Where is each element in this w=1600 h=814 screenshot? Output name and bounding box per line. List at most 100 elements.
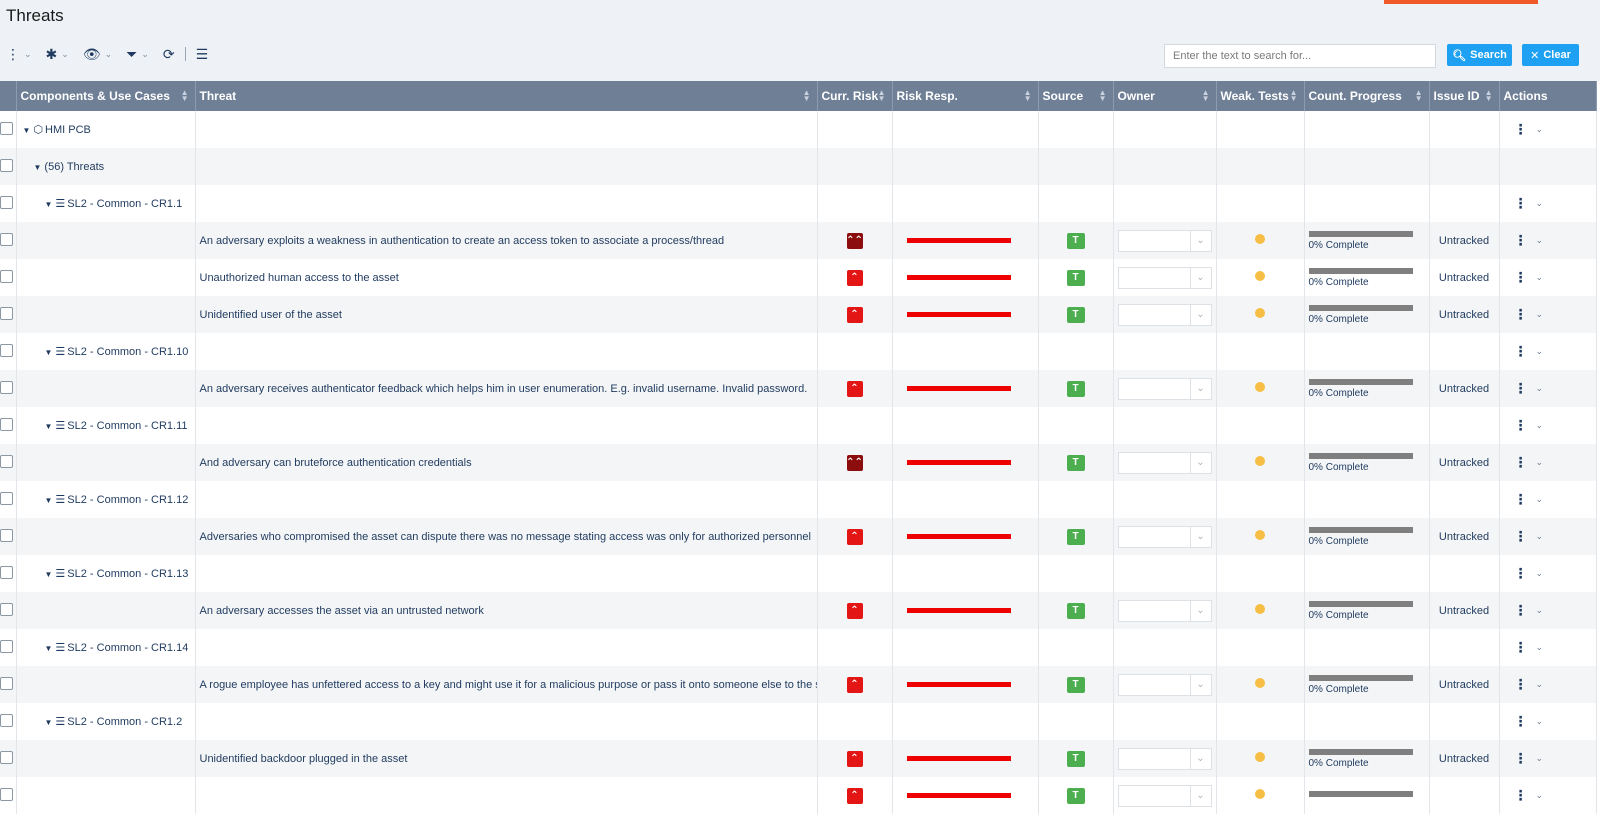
row-checkbox[interactable] [0,121,13,135]
row-checkbox[interactable] [0,343,13,357]
column-header[interactable]: Threat ▲ ▼ [195,81,818,111]
chevron-down-icon[interactable]: ⌄ [1536,235,1544,246]
more-vertical-icon[interactable]: ⋮ [1514,306,1528,323]
chevron-down-icon[interactable]: ⌄ [1536,309,1544,320]
threat-text[interactable]: A rogue employee has unfettered access t… [200,679,817,691]
search-input[interactable] [1164,44,1436,68]
filter-tool[interactable]: ⏷ ⌄ [126,46,149,63]
column-header[interactable]: Actions [1499,81,1597,111]
threat-text[interactable]: Unidentified user of the asset [200,309,342,321]
row-checkbox[interactable] [0,380,13,394]
row-checkbox[interactable] [0,602,13,616]
threat-text[interactable]: Unidentified backdoor plugged in the ass… [200,753,408,765]
column-header[interactable]: Curr. Risk ▲ ▼ [817,81,893,111]
threat-text[interactable]: An adversary receives authenticator feed… [200,383,808,395]
chevron-down-icon[interactable]: ⌄ [1536,457,1544,468]
row-checkbox[interactable] [0,306,13,320]
eye-tool[interactable]: 👁 ⌄ [83,46,112,63]
tree-node-label[interactable]: SL2 - Common - CR1.1 [67,198,182,210]
more-vertical-icon[interactable]: ⋮ [1514,528,1528,545]
owner-select[interactable]: ⌄ [1117,525,1212,548]
row-checkbox[interactable] [0,676,13,690]
owner-select[interactable]: ⌄ [1117,673,1212,696]
row-checkbox[interactable] [0,639,13,653]
chevron-down-icon[interactable]: ⌄ [1536,198,1544,209]
row-checkbox[interactable] [0,232,13,246]
tree-node-label[interactable]: SL2 - Common - CR1.2 [67,716,182,728]
more-vertical-icon[interactable]: ⋮ [1514,713,1528,730]
more-vertical-icon[interactable]: ⋮ [1514,121,1528,138]
chevron-down-icon[interactable]: ⌄ [1536,716,1544,727]
column-header[interactable]: Count. Progress ▲ ▼ [1304,81,1430,111]
search-button[interactable]: 🔍︎ Search [1447,44,1512,66]
more-vertical-icon[interactable]: ⋮ [1514,491,1528,508]
tree-node-label[interactable]: HMI PCB [45,124,91,136]
tree-node-label[interactable]: SL2 - Common - CR1.13 [67,568,188,580]
more-vertical-icon[interactable]: ⋮ [1514,750,1528,767]
row-checkbox[interactable] [0,750,13,764]
threat-text[interactable]: And adversary can bruteforce authenticat… [200,457,472,469]
owner-select[interactable]: ⌄ [1117,599,1212,622]
more-vertical-icon[interactable]: ⋮ [1514,417,1528,434]
owner-select[interactable]: ⌄ [1117,266,1212,289]
expand-toggle-icon[interactable]: ▼ [45,496,53,505]
row-checkbox[interactable] [0,195,13,209]
more-vertical-icon[interactable]: ⋮ [1514,195,1528,212]
column-header[interactable]: Components & Use Cases ▲ ▼ [16,81,196,111]
expand-toggle-icon[interactable]: ▼ [45,570,53,579]
tree-tool[interactable]: ☰ [196,46,209,63]
more-vertical-icon[interactable]: ⋮ [1514,676,1528,693]
row-checkbox[interactable] [0,417,13,431]
more-vertical-icon[interactable]: ⋮ [1514,454,1528,471]
chevron-down-icon[interactable]: ⌄ [1536,753,1544,764]
row-checkbox[interactable] [0,269,13,283]
chevron-down-icon[interactable]: ⌄ [1536,383,1544,394]
owner-select[interactable]: ⌄ [1117,451,1212,474]
threat-group-label[interactable]: (56) Threats [44,161,104,173]
expand-toggle-icon[interactable]: ▼ [45,348,53,357]
owner-select[interactable]: ⌄ [1117,377,1212,400]
row-checkbox[interactable] [0,491,13,505]
tree-node-label[interactable]: SL2 - Common - CR1.10 [67,346,188,358]
column-header[interactable]: Risk Resp. ▲ ▼ [892,81,1039,111]
chevron-down-icon[interactable]: ⌄ [1536,124,1544,135]
row-checkbox[interactable] [0,158,13,172]
owner-select[interactable]: ⌄ [1117,784,1212,807]
more-vertical-icon[interactable]: ⋮ [1514,787,1528,804]
expand-toggle-icon[interactable]: ▼ [45,644,53,653]
chevron-down-icon[interactable]: ⌄ [1536,531,1544,542]
tree-node-label[interactable]: SL2 - Common - CR1.14 [67,642,188,654]
more-vertical-icon[interactable]: ⋮ [1514,639,1528,656]
row-checkbox[interactable] [0,787,13,801]
chevron-down-icon[interactable]: ⌄ [1536,642,1544,653]
owner-select[interactable]: ⌄ [1117,303,1212,326]
row-checkbox[interactable] [0,565,13,579]
threat-text[interactable]: An adversary exploits a weakness in auth… [200,235,725,247]
more-vertical-icon[interactable]: ⋮ [1514,269,1528,286]
column-header[interactable]: Owner ▲ ▼ [1113,81,1217,111]
more-vertical-icon[interactable]: ⋮ [1514,602,1528,619]
expand-toggle-icon[interactable]: ▼ [45,422,53,431]
chevron-down-icon[interactable]: ⌄ [1536,420,1544,431]
chevron-down-icon[interactable]: ⌄ [1536,790,1544,801]
threat-text[interactable]: Adversaries who compromised the asset ca… [200,531,811,543]
threat-text[interactable]: Unauthorized human access to the asset [200,272,399,284]
more-vertical-icon[interactable]: ⋮ [1514,343,1528,360]
tree-node-label[interactable]: SL2 - Common - CR1.11 [67,420,187,432]
row-checkbox[interactable] [0,528,13,542]
column-header[interactable]: Weak. Tests ▲ ▼ [1216,81,1305,111]
threat-text[interactable]: An adversary accesses the asset via an u… [200,605,484,617]
refresh-tool[interactable]: ⟳ [163,46,175,63]
more-vertical-icon[interactable]: ⋮ [1514,232,1528,249]
row-checkbox[interactable] [0,454,13,468]
expand-toggle-icon[interactable]: ▼ [34,163,42,172]
clear-button[interactable]: ✕ Clear [1522,44,1579,66]
row-checkbox[interactable] [0,713,13,727]
expand-toggle-icon[interactable]: ▼ [45,200,53,209]
chevron-down-icon[interactable]: ⌄ [1536,494,1544,505]
more-vertical-icon[interactable]: ⋮ [1514,380,1528,397]
column-header[interactable]: Source ▲ ▼ [1038,81,1114,111]
chevron-down-icon[interactable]: ⌄ [1536,568,1544,579]
expand-toggle-icon[interactable]: ▼ [23,126,31,135]
chevron-down-icon[interactable]: ⌄ [1536,605,1544,616]
